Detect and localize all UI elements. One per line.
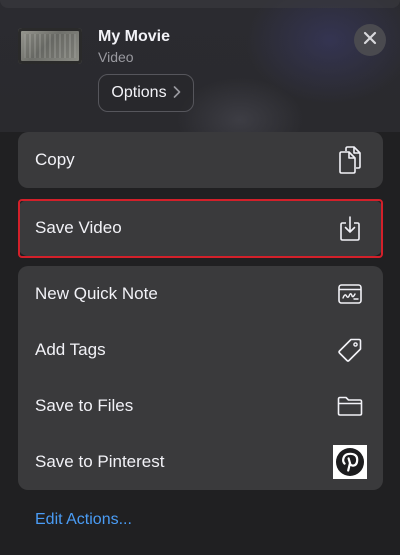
save-to-files-label: Save to Files — [35, 396, 134, 415]
copy-icon — [333, 143, 367, 177]
close-icon — [363, 31, 377, 50]
video-thumbnail — [18, 28, 82, 64]
chevron-right-icon — [173, 85, 181, 101]
save-video-group: Save Video — [18, 200, 383, 256]
new-quick-note-label: New Quick Note — [35, 284, 158, 303]
copy-action[interactable]: Copy — [18, 132, 383, 188]
share-header: My Movie Video Options — [0, 0, 400, 132]
item-subtitle: Video — [98, 49, 134, 65]
copy-label: Copy — [35, 150, 75, 169]
save-to-pinterest-label: Save to Pinterest — [35, 452, 165, 471]
tag-icon — [333, 333, 367, 367]
save-video-action[interactable]: Save Video — [18, 200, 383, 256]
options-label: Options — [111, 84, 167, 101]
quick-note-icon — [333, 277, 367, 311]
add-tags-action[interactable]: Add Tags — [18, 322, 383, 378]
edit-actions-link[interactable]: Edit Actions... — [35, 511, 132, 529]
save-to-files-action[interactable]: Save to Files — [18, 378, 383, 434]
options-button[interactable]: Options — [98, 74, 194, 112]
pinterest-icon — [333, 445, 367, 479]
save-video-label: Save Video — [35, 218, 122, 237]
add-tags-label: Add Tags — [35, 340, 106, 359]
item-title: My Movie — [98, 28, 171, 45]
actions-group: New Quick Note Add Tags Save to Files Sa… — [18, 266, 383, 490]
folder-icon — [333, 389, 367, 423]
download-icon — [333, 211, 367, 245]
sheet-top-edge — [0, 0, 400, 8]
copy-group: Copy — [18, 132, 383, 188]
save-to-pinterest-action[interactable]: Save to Pinterest — [18, 434, 383, 490]
close-button[interactable] — [354, 24, 386, 56]
new-quick-note-action[interactable]: New Quick Note — [18, 266, 383, 322]
share-sheet: My Movie Video Options Copy Save Video N… — [0, 0, 400, 555]
